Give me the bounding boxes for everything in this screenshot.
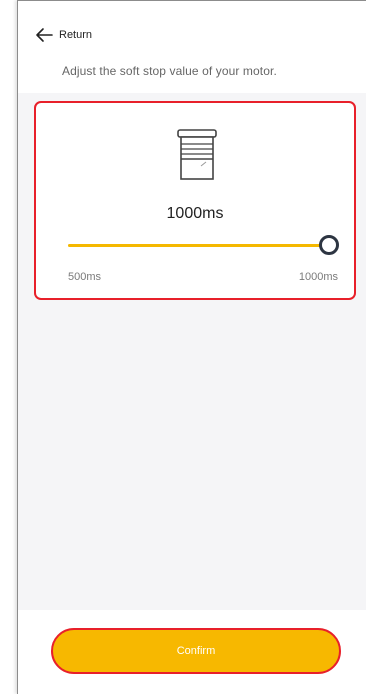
soft-stop-card: 1000ms 500ms 1000ms (34, 101, 356, 300)
subtitle-text: Adjust the soft stop value of your motor… (62, 64, 277, 78)
slider-thumb[interactable] (319, 235, 339, 255)
header: Return Adjust the soft stop value of you… (18, 1, 366, 93)
motor-shutter-icon (177, 129, 217, 180)
slider-min-label: 500ms (68, 271, 102, 283)
return-label: Return (59, 29, 93, 41)
return-button[interactable]: Return (35, 25, 92, 45)
soft-stop-value: 1000ms (166, 205, 224, 222)
soft-stop-slider[interactable] (68, 235, 339, 255)
slider-max-label: 1000ms (298, 271, 338, 283)
footer: Confirm (18, 610, 366, 694)
arrow-left-icon (36, 28, 53, 42)
slider-fill (68, 244, 330, 247)
confirm-button[interactable]: Confirm (51, 628, 341, 674)
app-screen: Return Adjust the soft stop value of you… (17, 0, 366, 694)
